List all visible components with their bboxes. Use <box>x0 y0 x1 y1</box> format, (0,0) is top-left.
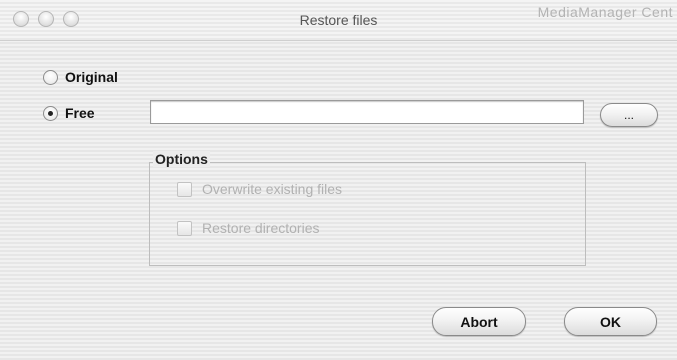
abort-button[interactable]: Abort <box>432 307 526 336</box>
browse-button[interactable]: ... <box>600 103 658 127</box>
ok-button[interactable]: OK <box>564 307 657 336</box>
restore-directories-checkbox-label[interactable]: Restore directories <box>202 220 320 236</box>
title-bar[interactable]: Restore files MediaManager Cent <box>0 0 677 41</box>
restore-files-dialog: Restore files MediaManager Cent Original… <box>0 0 677 360</box>
restore-directories-checkbox-box[interactable] <box>177 220 192 236</box>
restore-path-input[interactable] <box>150 100 584 124</box>
radio-free[interactable]: Free <box>43 105 95 121</box>
background-window-title: MediaManager Cent <box>537 4 673 20</box>
overwrite-checkbox-label[interactable]: Overwrite existing files <box>202 181 342 197</box>
restore-directories-checkbox[interactable]: Restore directories <box>177 220 320 236</box>
overwrite-existing-files-checkbox[interactable]: Overwrite existing files <box>177 181 342 197</box>
radio-free-icon[interactable] <box>43 105 58 121</box>
overwrite-checkbox-box[interactable] <box>177 181 192 197</box>
options-group-label: Options <box>153 151 210 167</box>
options-group-box <box>149 162 586 266</box>
radio-original-label[interactable]: Original <box>65 69 118 85</box>
radio-free-label[interactable]: Free <box>65 105 95 121</box>
radio-original[interactable]: Original <box>43 69 118 85</box>
radio-original-icon[interactable] <box>43 69 58 85</box>
